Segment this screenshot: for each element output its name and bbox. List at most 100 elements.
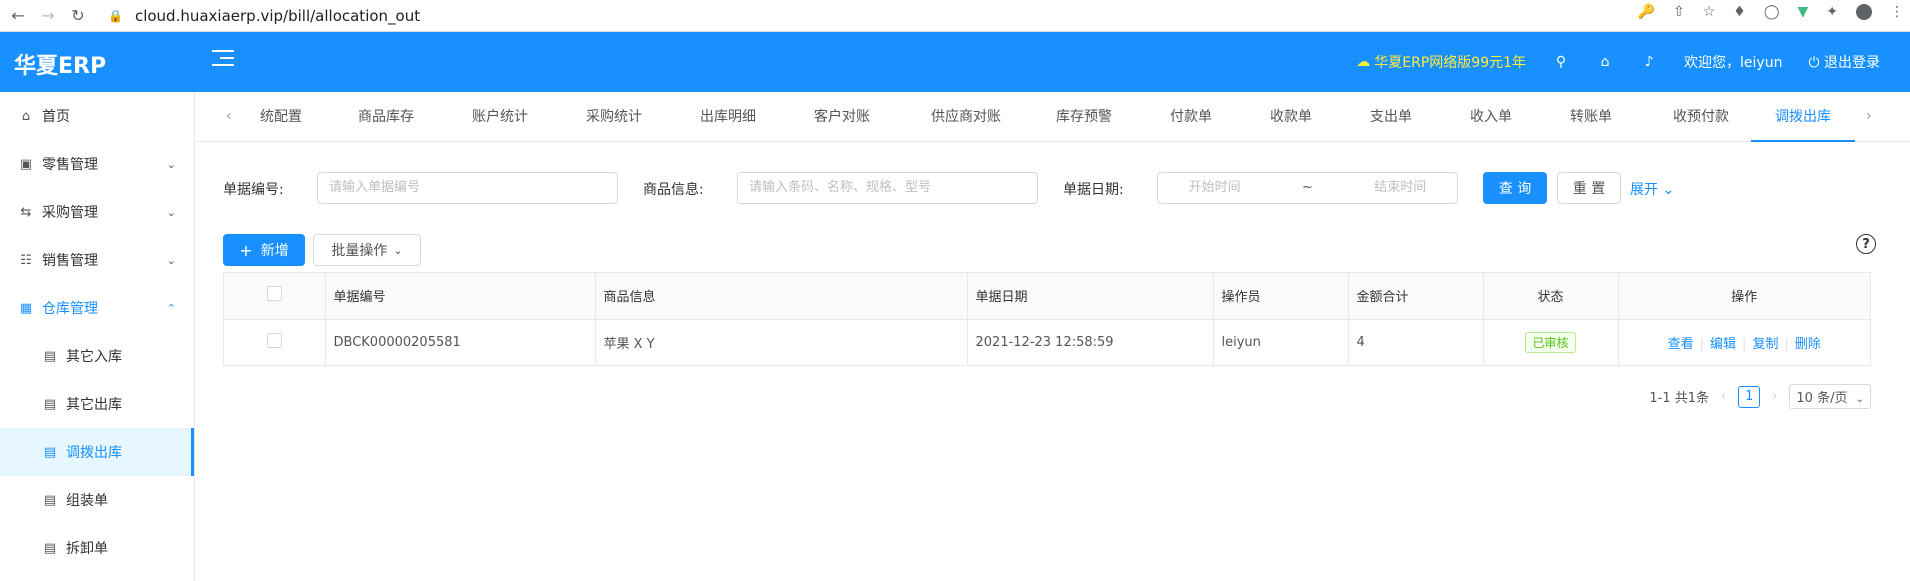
chevron-left-icon[interactable]: ‹ (1721, 389, 1726, 404)
home-icon: ⌂ (21, 108, 31, 124)
sidebar-item-home[interactable]: ⌂ 首页 (0, 92, 194, 140)
file-icon: ▤ (43, 348, 57, 364)
select-all-checkbox[interactable] (266, 286, 282, 302)
sidebar-subitem-other-in[interactable]: ▤ 其它入库 (0, 332, 194, 380)
row-checkbox[interactable] (266, 332, 282, 348)
extension-icon[interactable]: ◯ (1764, 4, 1780, 20)
back-icon[interactable]: ← (6, 4, 30, 28)
sidebar-subitem-allocation-out[interactable]: ▤ 调拨出库 (0, 428, 194, 476)
bell-icon[interactable]: ♪ (1640, 54, 1658, 70)
bill-no-input[interactable]: 请输入单据编号 (317, 172, 618, 204)
tab-transfer[interactable]: 转账单 (1541, 92, 1641, 142)
cell-actions: 查看 | 编辑 | 复制 | 删除 (1667, 336, 1821, 352)
promo-link[interactable]: ☁ 华夏ERP网络版99元1年 (1356, 52, 1526, 72)
reset-button[interactable]: 重 置 (1557, 172, 1621, 204)
plus-icon: + (239, 240, 253, 260)
tab-supplier-recon[interactable]: 供应商对账 (906, 92, 1026, 142)
key-icon[interactable]: 🔑 (1638, 4, 1655, 20)
col-status[interactable]: 状态 (1483, 273, 1619, 320)
bill-no-label: 单据编号: (223, 182, 284, 198)
chevron-right-icon[interactable]: › (1772, 389, 1777, 404)
sidebar-item-purchase[interactable]: ⇆ 采购管理 ⌄ (0, 188, 194, 236)
file-icon: ▤ (43, 540, 57, 556)
goods-label: 商品信息: (643, 182, 704, 198)
tab-system-config[interactable]: 统配置 (246, 92, 316, 142)
bank-icon[interactable]: ⌂ (1596, 54, 1614, 70)
extension-icon[interactable]: ♦ (1733, 4, 1746, 20)
swap-icon: ⇆ (20, 204, 32, 220)
shop-icon: ▣ (19, 156, 33, 172)
cell-goods: 苹果 X Y (595, 319, 968, 365)
sidebar-item-sales[interactable]: ☷ 销售管理 ⌄ (0, 236, 194, 284)
sidebar-item-retail[interactable]: ▣ 零售管理 ⌄ (0, 140, 194, 188)
tab-income[interactable]: 收入单 (1441, 92, 1541, 142)
add-button[interactable]: + 新增 (223, 234, 305, 266)
tab-advance[interactable]: 收预付款 (1646, 92, 1756, 142)
tab-account-stats[interactable]: 账户统计 (450, 92, 550, 142)
date-start-input[interactable]: 开始时间 (1189, 173, 1241, 203)
menu-fold-icon[interactable] (212, 50, 234, 70)
pagination-total: 1-1 共1条 (1649, 391, 1709, 406)
address-bar[interactable]: 🔒 cloud.huaxiaerp.vip/bill/allocation_ou… (108, 7, 420, 25)
browser-toolbar: ← → ↻ 🔒 cloud.huaxiaerp.vip/bill/allocat… (0, 0, 1910, 32)
tab-payment[interactable]: 付款单 (1141, 92, 1241, 142)
app-header: 华夏ERP ☁ 华夏ERP网络版99元1年 ⚲ ⌂ ♪ 欢迎您，leiyun ⏻… (0, 32, 1910, 92)
pagination: 1-1 共1条 ‹ 1 › 10 条/页 ⌄ (1649, 384, 1871, 409)
tab-stock-warning[interactable]: 库存预警 (1034, 92, 1134, 142)
menu-icon[interactable]: ⋮ (1890, 4, 1904, 20)
sidebar-subitem-assemble[interactable]: ▤ 组装单 (0, 476, 194, 524)
col-date[interactable]: 单据日期 (967, 273, 1214, 320)
share-icon[interactable]: ⇧ (1673, 4, 1685, 20)
tab-allocation-out[interactable]: 调拨出库 (1751, 92, 1855, 142)
col-amount[interactable]: 金额合计 (1348, 273, 1484, 320)
tab-expense[interactable]: 支出单 (1341, 92, 1441, 142)
row-select-cell (224, 319, 326, 365)
cloud-icon: ☁ (1356, 54, 1371, 70)
chevron-left-icon[interactable]: ‹ (226, 108, 232, 124)
logout-button[interactable]: ⏻ 退出登录 (1808, 52, 1880, 72)
chevron-down-icon: ⌄ (393, 243, 403, 257)
page-tabs: ‹ 统配置 商品库存 账户统计 采购统计 出库明细 客户对账 供应商对账 库存预… (196, 92, 1910, 142)
edit-link[interactable]: 编辑 (1710, 337, 1736, 352)
forward-icon[interactable]: → (36, 4, 60, 28)
star-icon[interactable]: ☆ (1703, 4, 1716, 20)
vue-devtools-icon[interactable]: ▼ (1797, 4, 1808, 20)
welcome-text: 欢迎您，leiyun (1684, 55, 1783, 71)
chevron-right-icon[interactable]: › (1866, 108, 1872, 124)
chevron-down-icon: ⌄ (166, 157, 176, 171)
tab-purchase-stats[interactable]: 采购统计 (564, 92, 664, 142)
allocation-table: 单据编号 商品信息 单据日期 操作员 金额合计 状态 操作 DBCK000002… (223, 272, 1871, 366)
date-range-picker[interactable]: 开始时间 ~ 结束时间 (1157, 172, 1458, 204)
page-number[interactable]: 1 (1738, 385, 1761, 408)
sidebar: ⌂ 首页 ▣ 零售管理 ⌄ ⇆ 采购管理 ⌄ ☷ 销售管理 ⌄ ▦ 仓库管理 ⌃… (0, 92, 195, 581)
query-button[interactable]: 查 询 (1483, 172, 1547, 204)
date-label: 单据日期: (1063, 182, 1124, 198)
delete-link[interactable]: 删除 (1795, 337, 1821, 352)
reload-icon[interactable]: ↻ (66, 4, 90, 28)
sidebar-item-warehouse[interactable]: ▦ 仓库管理 ⌃ (0, 284, 194, 332)
copy-link[interactable]: 复制 (1752, 337, 1778, 352)
help-icon[interactable]: ? (1856, 234, 1876, 254)
tab-receipt[interactable]: 收款单 (1241, 92, 1341, 142)
search-icon[interactable]: ⚲ (1552, 54, 1570, 70)
goods-input[interactable]: 请输入条码、名称、规格、型号 (737, 172, 1038, 204)
profile-avatar[interactable] (1856, 4, 1872, 20)
tab-customer-recon[interactable]: 客户对账 (792, 92, 892, 142)
col-bill-no[interactable]: 单据编号 (325, 273, 596, 320)
puzzle-icon[interactable]: ✦ (1826, 4, 1838, 20)
page-size-select[interactable]: 10 条/页 ⌄ (1789, 384, 1871, 409)
file-icon: ▤ (43, 396, 57, 412)
sidebar-subitem-other-out[interactable]: ▤ 其它出库 (0, 380, 194, 428)
col-operator[interactable]: 操作员 (1213, 273, 1349, 320)
col-goods[interactable]: 商品信息 (595, 273, 968, 320)
view-link[interactable]: 查看 (1668, 337, 1694, 352)
sidebar-subitem-disassemble[interactable]: ▤ 拆卸单 (0, 524, 194, 572)
tab-goods-stock[interactable]: 商品库存 (336, 92, 436, 142)
tab-out-detail[interactable]: 出库明细 (678, 92, 778, 142)
select-all-cell (224, 273, 326, 320)
col-actions: 操作 (1618, 273, 1870, 320)
main-content: 单据编号: 请输入单据编号 商品信息: 请输入条码、名称、规格、型号 单据日期:… (196, 142, 1910, 581)
expand-link[interactable]: 展开 ⌄ (1630, 179, 1674, 199)
date-end-input[interactable]: 结束时间 (1374, 173, 1426, 203)
batch-dropdown[interactable]: 批量操作 ⌄ (313, 234, 421, 266)
